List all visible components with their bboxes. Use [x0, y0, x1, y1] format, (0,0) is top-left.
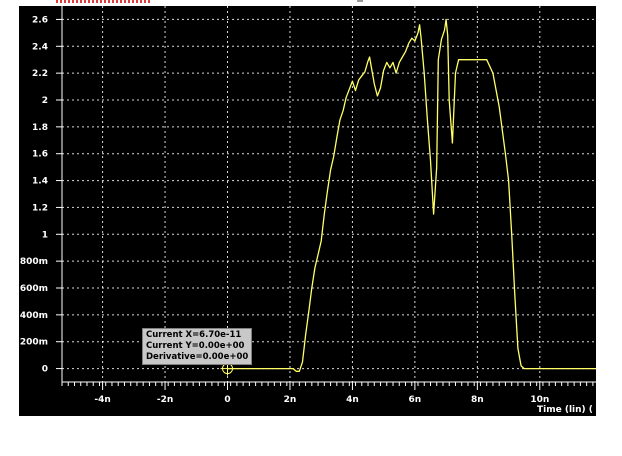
readout-derivative: Derivative=0.00e+00	[146, 352, 249, 362]
y-tick-label: 1.6	[32, 150, 48, 160]
y-tick-label: 1	[42, 230, 48, 240]
y-tick-label: 2.4	[32, 42, 48, 52]
x-minor-ticks	[61, 382, 594, 386]
plot-canvas[interactable]: -4n -2n 0 2n 4n 6n 8n 10n 0 200m 400m 600m 800m 1 1.2…	[19, 6, 596, 416]
x-tick-labels: -4n -2n 0 2n 4n 6n 8n 10n	[94, 395, 549, 405]
waveform-plot[interactable]: -4n -2n 0 2n 4n 6n 8n 10n 0 200m 400m 600m 800m 1 1.2…	[19, 6, 596, 416]
x-tick-label: 4n	[346, 395, 359, 405]
top-decoration	[56, 0, 152, 3]
cursor-readout: Current X=6.70e-11 Current Y=0.00e+00 De…	[142, 328, 253, 365]
x-tick-label: -2n	[157, 395, 173, 405]
grid-lines	[62, 6, 596, 382]
waveform-series	[227, 18, 596, 372]
series-layer	[227, 18, 596, 372]
y-tick-label: 0	[42, 365, 48, 375]
y-tick-label: 2.6	[32, 15, 48, 25]
y-tick-label: 600m	[20, 284, 48, 294]
y-tick-label: 800m	[20, 257, 48, 267]
y-tick-label: 1.4	[32, 177, 48, 187]
x-tick-label: 2n	[284, 395, 297, 405]
y-tick-label: 200m	[20, 338, 48, 348]
x-tick-label: 8n	[471, 395, 484, 405]
x-tick-label: -4n	[94, 395, 110, 405]
x-tick-label: 6n	[409, 395, 422, 405]
top-mark	[357, 0, 363, 2]
x-tick-label: 10n	[530, 395, 549, 405]
x-axis-title: Time (lin) (	[537, 405, 593, 415]
y-tick-labels: 0 200m 400m 600m 800m 1 1.2 1.4 1.6 1.8 2 2.2 2.4 2.6	[20, 15, 48, 374]
y-tick-label: 2	[42, 96, 48, 106]
y-tick-label: 1.8	[32, 123, 48, 133]
y-tick-label: 2.2	[32, 69, 48, 79]
y-tick-label: 1.2	[32, 203, 48, 213]
x-tick-label: 0	[224, 395, 230, 405]
y-tick-label: 400m	[20, 311, 48, 321]
readout-current-x: Current X=6.70e-11	[146, 330, 242, 340]
readout-current-y: Current Y=0.00e+00	[146, 341, 245, 351]
